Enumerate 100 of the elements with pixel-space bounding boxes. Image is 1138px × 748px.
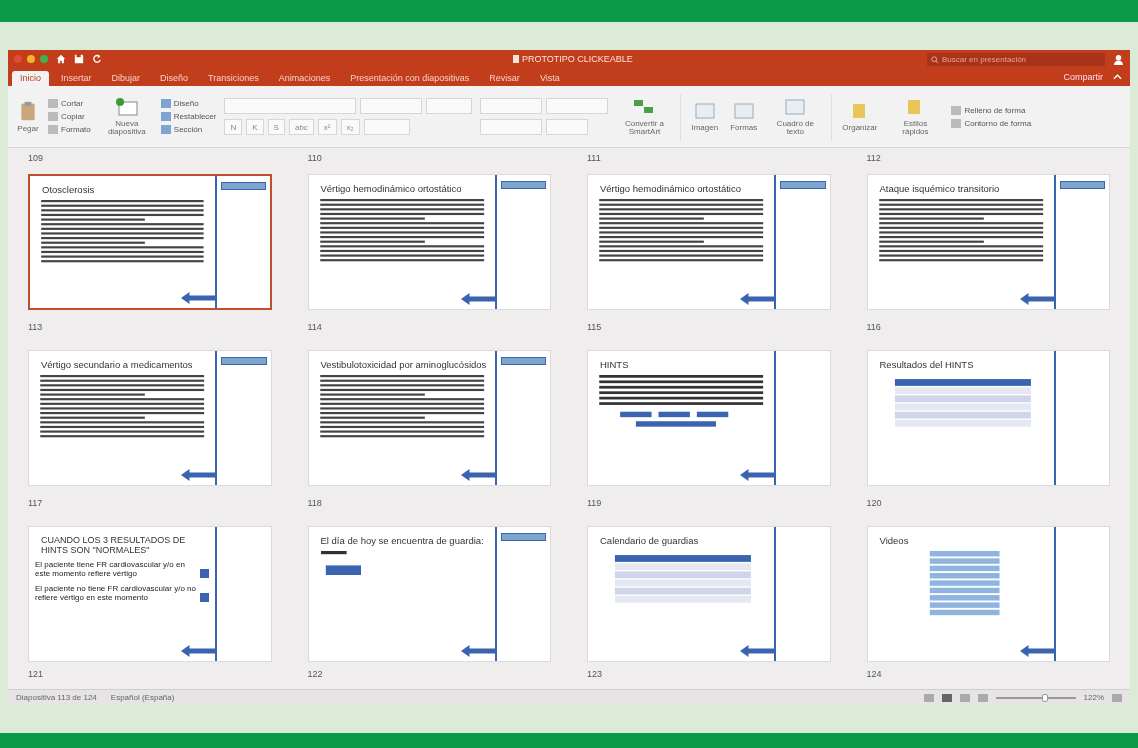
shape-format-button[interactable]: Contorno de forma [951,118,1032,128]
paste-button[interactable]: Pegar [14,100,42,133]
save-icon[interactable] [74,54,84,64]
clipboard-button[interactable]: Cortar [48,99,91,108]
back-arrow-icon[interactable] [460,293,495,305]
insert-button[interactable]: Formas [728,100,760,133]
format-button[interactable]: x² [317,119,337,135]
format-button[interactable]: K [246,119,264,135]
font-field[interactable] [224,98,357,114]
text-color-buttons[interactable] [363,119,410,135]
slide-number: 120 [866,498,883,508]
slide-thumbnail[interactable]: Vértigo secundario a medicamentos [28,350,272,486]
zoom-slider[interactable] [995,696,1076,699]
font-size-field[interactable] [360,98,423,114]
ribbon-tab[interactable]: Vista [531,71,568,86]
slide-option-button[interactable]: Sección [160,125,217,134]
back-arrow-icon[interactable] [460,645,495,657]
back-arrow-icon[interactable] [740,469,775,481]
collapse-icon[interactable] [1113,74,1122,80]
ribbon-tab[interactable]: Dibujar [103,71,149,86]
back-arrow-icon[interactable] [460,469,495,481]
slide-number: 123 [587,669,604,679]
format-button[interactable]: abc [288,119,314,135]
zoom-level: 122% [1083,693,1104,702]
back-arrow-icon[interactable] [1019,645,1054,657]
option-button[interactable] [200,593,210,602]
side-button[interactable] [500,533,546,541]
side-button[interactable] [500,357,546,365]
slide-thumbnail[interactable]: Otosclerosis [28,174,272,310]
slide-thumbnail[interactable]: Ataque isquémico transitorio [866,174,1110,310]
back-arrow-icon[interactable] [740,645,775,657]
ribbon-tab[interactable]: Inicio [12,71,49,86]
slide-title: Otosclerosis [42,184,96,195]
slide-title: Videos [879,535,910,546]
slide-thumbnail[interactable]: Vértigo hemodinámico ortostático [307,174,551,310]
slide-thumbnail[interactable]: CUANDO LOS 3 RESULTADOS DE HINTS SON "NORMALES" El paciente tiene FR cardiovascular y/o en este momento refiere vértigo El paciente no tiene FR cardiovascular y/o no refiere vértigo en este momento [28,526,272,662]
insert-button[interactable]: Cuadro de texto [767,96,824,137]
slide-title: El día de hoy se encuentra de guardia: [320,535,485,546]
side-button[interactable] [220,182,266,190]
shape-format-button[interactable]: Relleno de forma [951,105,1032,115]
insert-icon [783,96,808,117]
format-button[interactable]: x₂ [340,119,360,135]
slide-thumbnail[interactable]: HINTS [587,350,831,486]
arrange-button[interactable]: Organizar [840,100,880,133]
redo-icon[interactable] [92,54,102,64]
share-button[interactable]: Compartir [1057,71,1109,83]
clipboard-button[interactable]: Formato [48,125,91,134]
slide-title: Vértigo hemodinámico ortostático [320,183,463,194]
smartart-button[interactable]: Convertir a SmartArt [616,96,673,137]
slide-thumbnail[interactable]: El día de hoy se encuentra de guardia: [307,526,551,662]
minimize-button[interactable] [27,55,35,63]
document-icon [513,55,519,63]
user-icon[interactable] [1113,53,1124,65]
slide-number: 109 [28,153,45,163]
arrange-button[interactable]: Estilos rápidos [887,96,944,137]
ribbon-tab[interactable]: Diseño [152,71,197,86]
language-label: Español (España) [110,693,175,702]
sorter-view-button[interactable] [941,693,952,702]
ribbon-tab[interactable]: Insertar [53,71,100,86]
slide-title: CUANDO LOS 3 RESULTADOS DE HINTS SON "NORMALES" [41,535,187,555]
slide-number: 112 [866,153,882,163]
option-button[interactable] [200,569,210,578]
format-button[interactable]: N [224,119,243,135]
insert-button[interactable]: Imagen [689,100,721,133]
back-arrow-icon[interactable] [181,469,216,481]
back-arrow-icon[interactable] [181,645,216,657]
name-and-button-drawing [320,551,361,575]
slide-number: 116 [866,322,882,332]
new-slide-icon [114,96,139,117]
home-icon[interactable] [56,54,66,64]
slide-thumbnail[interactable]: Videos [866,526,1110,662]
slide-thumbnail[interactable]: Vestibulotoxicidad por aminoglucósidos [307,350,551,486]
slide-number: 121 [28,669,45,679]
back-arrow-icon[interactable] [1019,293,1054,305]
ribbon-tab[interactable]: Animaciones [270,71,339,86]
slide-number: 118 [307,498,323,508]
format-button[interactable]: S [267,119,285,135]
search-field[interactable]: Buscar en presentación [927,52,1105,66]
back-arrow-icon[interactable] [740,293,775,305]
slide-number: 114 [307,322,323,332]
slide-number: 111 [587,153,602,163]
back-arrow-icon[interactable] [180,292,215,304]
slide-number: 122 [307,669,324,679]
ribbon-tab[interactable]: Presentación con diapositivas [342,71,478,86]
new-slide-button[interactable]: Nueva diapositiva [98,96,155,137]
ribbon-tab[interactable]: Revisar [481,71,528,86]
option-text: El paciente tiene FR cardiovascular y/o en este momento refiere vértigo [35,560,186,578]
ribbon-tab[interactable]: Transiciones [200,71,267,86]
side-button[interactable] [1059,181,1105,189]
slide-number: 119 [587,498,603,508]
slide-thumbnail[interactable]: Vértigo hemodinámico ortostático [587,174,831,310]
slide-thumbnail[interactable]: Resultados del HINTS [866,350,1110,486]
slide-thumbnail[interactable]: Calendario de guardias [587,526,831,662]
slide-option-button[interactable]: Restablecer [160,112,217,121]
side-button[interactable] [500,181,546,189]
slide-title: Vértigo hemodinámico ortostático [600,183,742,194]
slide-title: Ataque isquémico transitorio [879,183,1001,194]
slide-option-button[interactable]: Diseño [160,99,217,108]
clipboard-button[interactable]: Copiar [48,112,91,121]
slide-title: Vértigo secundario a medicamentos [41,359,194,370]
